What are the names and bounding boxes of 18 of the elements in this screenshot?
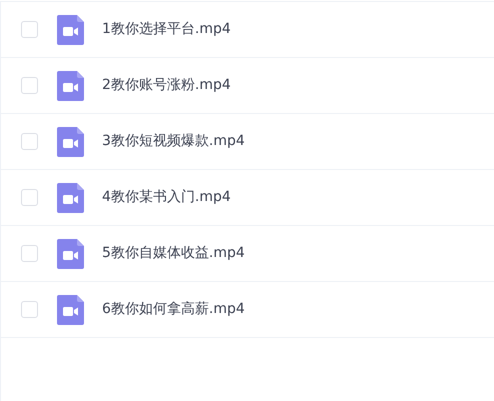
file-name[interactable]: 5教你自媒体收益.mp4 bbox=[102, 243, 245, 264]
video-file-icon bbox=[57, 14, 84, 44]
video-file-icon bbox=[57, 238, 84, 268]
checkbox[interactable] bbox=[21, 301, 38, 318]
video-file-icon bbox=[57, 126, 84, 156]
checkbox[interactable] bbox=[21, 77, 38, 94]
file-name[interactable]: 1教你选择平台.mp4 bbox=[102, 19, 231, 40]
file-name[interactable]: 4教你某书入门.mp4 bbox=[102, 187, 231, 208]
checkbox[interactable] bbox=[21, 245, 38, 262]
file-name[interactable]: 2教你账号涨粉.mp4 bbox=[102, 75, 231, 96]
video-file-icon bbox=[57, 70, 84, 100]
checkbox[interactable] bbox=[21, 21, 38, 38]
video-file-icon bbox=[57, 294, 84, 324]
video-file-icon bbox=[57, 182, 84, 212]
checkbox[interactable] bbox=[21, 133, 38, 150]
file-name[interactable]: 6教你如何拿高薪.mp4 bbox=[102, 299, 245, 320]
file-name[interactable]: 3教你短视频爆款.mp4 bbox=[102, 131, 245, 152]
checkbox[interactable] bbox=[21, 189, 38, 206]
